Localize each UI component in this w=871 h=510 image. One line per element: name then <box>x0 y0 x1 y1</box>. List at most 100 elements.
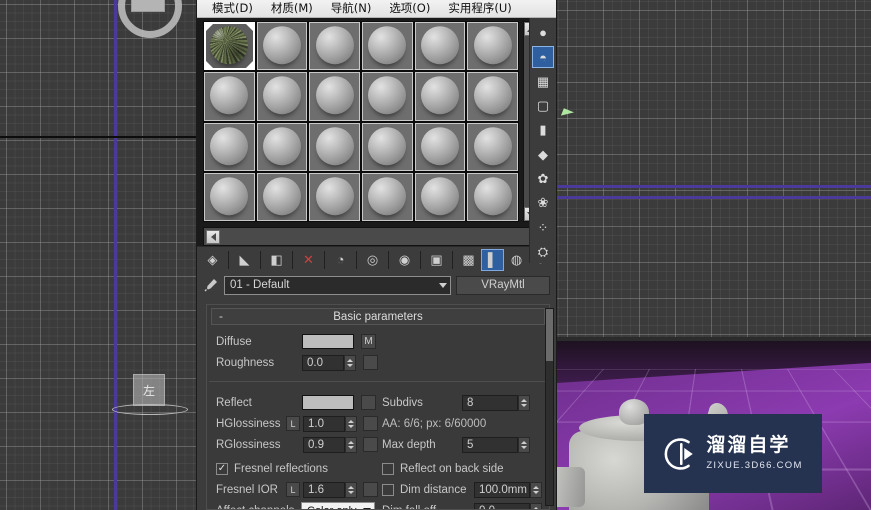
sample-slot-10[interactable] <box>362 72 413 121</box>
sample-slot-16[interactable] <box>362 122 413 171</box>
rglossiness-spinner[interactable] <box>345 436 357 453</box>
show-end-result-icon[interactable]: ⛭ <box>532 241 554 263</box>
sample-slot-23[interactable] <box>414 172 466 221</box>
sample-slot-7[interactable] <box>204 72 255 121</box>
rollout-header[interactable]: - Basic parameters <box>211 308 545 325</box>
dim-distance-spinner[interactable] <box>530 481 542 498</box>
show-end-result-button[interactable]: ▣ <box>425 248 448 271</box>
parameters-scroll-thumb[interactable] <box>546 309 553 361</box>
go-forward-to-sibling-button[interactable]: ▌ <box>481 248 504 271</box>
menu-mode[interactable]: 模式(D) <box>203 0 262 17</box>
sample-slot-5[interactable] <box>414 22 466 71</box>
diffuse-map-button[interactable]: M <box>361 334 376 349</box>
menu-navigation[interactable]: 导航(N) <box>322 0 381 17</box>
roughness-spinner[interactable] <box>344 354 356 371</box>
subdivs-input[interactable]: 8 <box>462 394 518 411</box>
diffuse-color-swatch[interactable] <box>302 334 354 349</box>
options-icon[interactable]: ✿ <box>532 168 554 190</box>
sample-slot-4[interactable] <box>362 22 413 71</box>
sample-slot-21[interactable] <box>309 172 360 221</box>
make-preview-icon[interactable]: ◆ <box>532 144 554 166</box>
sample-slot-14[interactable] <box>256 122 308 171</box>
fresnel-reflections-row[interactable]: ✓ Fresnel reflections <box>216 458 382 479</box>
subdivs-spinner[interactable] <box>518 394 530 411</box>
sample-slot-6[interactable] <box>467 22 518 71</box>
slots-scroll-left-button[interactable] <box>206 229 220 244</box>
sample-slots-panel <box>197 18 556 246</box>
sample-slot-11[interactable] <box>414 72 466 121</box>
go-to-parent-button[interactable]: ▩ <box>457 248 480 271</box>
background-checker-icon[interactable]: ▦ <box>532 70 554 93</box>
backlight-icon[interactable]: ◓ <box>532 46 554 68</box>
dim-distance-input[interactable]: 100.0mm <box>474 481 530 498</box>
menu-material[interactable]: 材质(M) <box>262 0 322 17</box>
fresnel-ior-spinner[interactable] <box>345 481 357 498</box>
dim-fall-off-spinner[interactable] <box>530 502 542 509</box>
show-shaded-material-in-viewport-button[interactable]: ◉ <box>393 248 416 271</box>
get-material-button[interactable]: ◈ <box>201 248 224 271</box>
fresnel-reflections-checkbox[interactable]: ✓ <box>216 462 228 475</box>
material-id-channel-icon[interactable]: ⁘ <box>532 217 554 239</box>
scene-object-box-top[interactable] <box>131 0 165 12</box>
sample-slot-18[interactable] <box>467 122 518 171</box>
reflect-on-back-side-checkbox[interactable] <box>382 462 394 475</box>
parameters-vertical-scrollbar[interactable] <box>545 308 554 506</box>
fresnel-ior-lock-button[interactable]: L <box>286 482 300 497</box>
sample-slot-1[interactable] <box>204 22 255 71</box>
sample-slot-9[interactable] <box>309 72 360 121</box>
pick-material-from-object-button[interactable]: ◍ <box>505 248 528 271</box>
reset-map-button[interactable]: ◧ <box>265 248 288 271</box>
affect-channels-dropdown[interactable]: Color only <box>301 502 375 509</box>
roughness-input[interactable]: 0.0 <box>302 354 344 371</box>
rglossiness-map-button[interactable] <box>363 437 378 452</box>
sample-slot-12[interactable] <box>467 72 518 121</box>
sample-slot-24[interactable] <box>467 172 518 221</box>
sample-type-icon[interactable]: ● <box>532 22 554 44</box>
sample-sphere-icon <box>420 126 459 165</box>
sample-slot-13[interactable] <box>204 122 255 171</box>
assign-material-to-selection-button[interactable]: ◣ <box>233 248 256 271</box>
material-name-dropdown[interactable]: 01 - Default <box>224 275 451 295</box>
max-depth-input[interactable]: 5 <box>462 436 518 453</box>
material-effects-channel-button[interactable]: ◎ <box>361 248 384 271</box>
max-depth-spinner[interactable] <box>518 436 530 453</box>
sample-slot-22[interactable] <box>362 172 413 221</box>
sample-slot-8[interactable] <box>256 72 308 121</box>
put-material-to-library-button[interactable]: ◔ <box>329 248 352 271</box>
subdivs-label: Subdivs <box>382 396 423 409</box>
scene-object-box[interactable]: 左 <box>133 374 165 406</box>
select-by-material-icon[interactable]: ❀ <box>532 192 554 215</box>
sample-slot-2[interactable] <box>256 22 308 71</box>
delete-material-button[interactable]: ✕ <box>297 248 320 271</box>
sample-slot-15[interactable] <box>309 122 360 171</box>
sample-slot-17[interactable] <box>414 122 466 171</box>
dim-fall-off-input[interactable]: 0.0 <box>474 502 530 509</box>
perspective-viewport[interactable] <box>557 0 871 337</box>
slots-horizontal-scrollbar[interactable] <box>203 227 552 246</box>
fresnel-ior-map-button[interactable] <box>363 482 378 497</box>
sample-slot-20[interactable] <box>256 172 308 221</box>
hglossiness-spinner[interactable] <box>345 415 357 432</box>
fresnel-ior-input[interactable]: 1.6 <box>303 481 345 498</box>
dim-distance-checkbox[interactable] <box>382 483 394 496</box>
reflect-color-swatch[interactable] <box>302 395 354 410</box>
video-color-check-icon[interactable]: ▮ <box>532 119 554 142</box>
rglossiness-input[interactable]: 0.9 <box>303 436 345 453</box>
sample-slot-19[interactable] <box>204 172 255 221</box>
diffuse-row: Diffuse M <box>216 331 545 352</box>
hglossiness-lock-button[interactable]: L <box>286 416 300 431</box>
roughness-map-button[interactable] <box>363 355 378 370</box>
eyedropper-icon[interactable] <box>203 277 219 293</box>
menu-options[interactable]: 选项(O) <box>380 0 439 17</box>
sample-slot-3[interactable] <box>309 22 360 71</box>
hglossiness-input[interactable]: 1.0 <box>303 415 345 432</box>
menu-utilities[interactable]: 实用程序(U) <box>439 0 520 17</box>
sample-slots-grid[interactable] <box>203 21 519 222</box>
scene-object-ellipse[interactable] <box>112 404 188 415</box>
left-viewport[interactable]: 左 <box>0 0 196 510</box>
material-type-button[interactable]: VRayMtl <box>456 275 550 295</box>
hglossiness-map-button[interactable] <box>363 416 378 431</box>
reflect-on-back-side-row[interactable]: Reflect on back side <box>382 458 545 479</box>
reflect-map-button[interactable] <box>361 395 376 410</box>
sample-uv-tiling-icon[interactable]: ▢ <box>532 95 554 117</box>
